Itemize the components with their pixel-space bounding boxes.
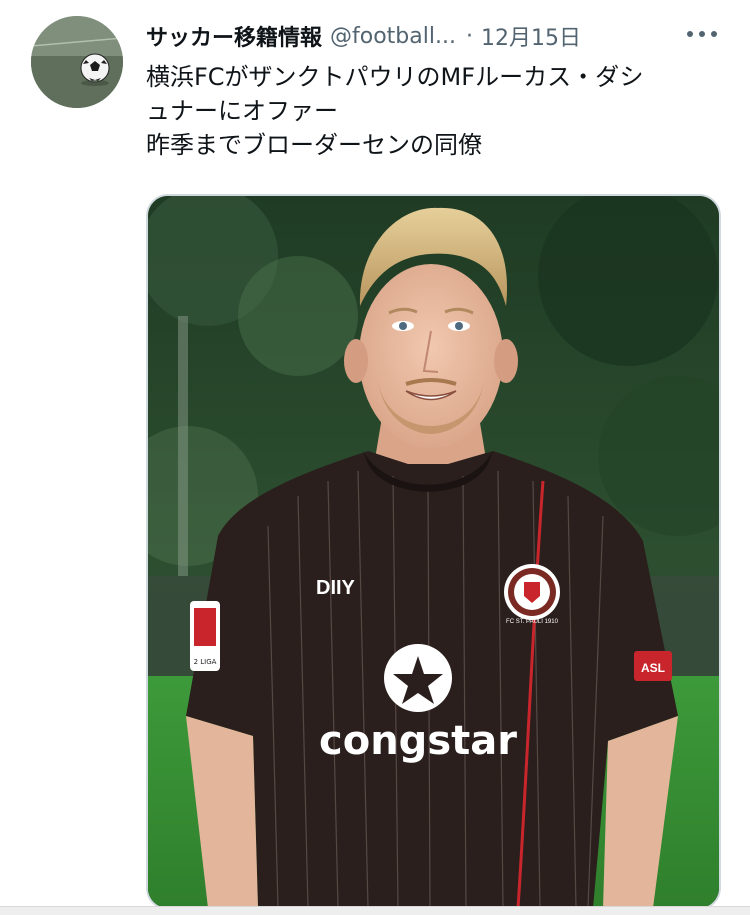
user-handle[interactable]: @football...	[330, 24, 456, 49]
player-photo: DIIY FC ST. PAULI 1910 congstar 2 LIGA A…	[148, 196, 719, 908]
tweet-card[interactable]: サッカー移籍情報 @football... · 12月15日 横浜FCがザンクト…	[0, 0, 750, 915]
avatar[interactable]	[31, 16, 123, 108]
sponsor-star-logo	[384, 644, 452, 712]
display-name[interactable]: サッカー移籍情報	[146, 20, 322, 52]
more-options-button[interactable]	[682, 20, 722, 48]
more-horizontal-icon	[687, 31, 717, 37]
sleeve-sponsor-patch: ASL	[634, 651, 672, 681]
league-patch-text: 2 LIGA	[194, 658, 217, 666]
bottom-divider	[0, 906, 750, 915]
tweet-text-line: 横浜FCがザンクトパウリのMFルーカス・ダシ	[146, 63, 644, 91]
tweet-text-line: ュナーにオファー	[146, 97, 338, 125]
tweet-text: 横浜FCがザンクトパウリのMFルーカス・ダシ ュナーにオファー 昨季までブローダ…	[146, 60, 721, 162]
league-patch: 2 LIGA	[190, 601, 220, 671]
jersey-brand-logo: DIIY	[316, 577, 356, 599]
tweet-media-photo[interactable]: DIIY FC ST. PAULI 1910 congstar 2 LIGA A…	[146, 194, 721, 910]
tweet-date[interactable]: 12月15日	[481, 20, 581, 52]
tweet-header: サッカー移籍情報 @football... · 12月15日	[146, 18, 581, 54]
jersey-sponsor: congstar	[319, 718, 517, 764]
soccer-ball-icon	[31, 16, 123, 108]
sleeve-patch-text: ASL	[641, 661, 665, 675]
crest-text: FC ST. PAULI 1910	[506, 619, 559, 625]
header-separator: ·	[465, 23, 473, 49]
tweet-text-line: 昨季までブローダーセンの同僚	[146, 131, 482, 159]
